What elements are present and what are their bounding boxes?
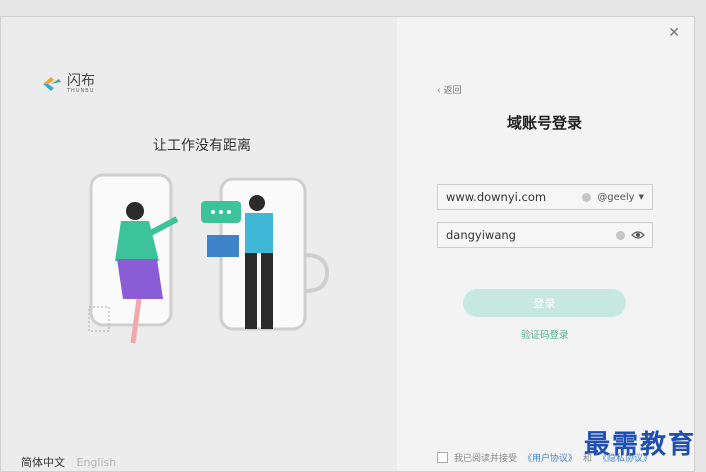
- page-title: 域账号登录: [507, 114, 583, 132]
- chevron-left-icon: ‹: [437, 86, 441, 96]
- login-button[interactable]: 登录: [463, 289, 626, 317]
- back-button[interactable]: ‹ 返回: [437, 83, 462, 96]
- account-input[interactable]: www.downyi.com: [438, 190, 582, 204]
- close-icon[interactable]: ✕: [668, 25, 680, 41]
- user-agreement-link[interactable]: 《用户协议》: [523, 451, 577, 464]
- account-field[interactable]: www.downyi.com @geely ▼: [437, 184, 653, 210]
- illustration: [88, 173, 330, 344]
- right-panel: ✕ ‹ 返回 域账号登录 www.downyi.com @geely ▼ dan…: [397, 17, 694, 471]
- app-logo: 闪布 THUNBU: [41, 73, 95, 95]
- password-field[interactable]: dangyiwang: [437, 222, 653, 248]
- agree-checkbox[interactable]: [437, 452, 448, 463]
- eye-icon[interactable]: [631, 230, 645, 240]
- lang-en-option[interactable]: English: [77, 456, 117, 469]
- code-login-link[interactable]: 验证码登录: [521, 327, 569, 341]
- left-panel: 闪布 THUNBU 让工作没有距离 简体中文 English: [1, 17, 397, 471]
- language-switcher: 简体中文 English: [21, 454, 116, 470]
- clear-icon[interactable]: [582, 192, 592, 202]
- domain-select[interactable]: @geely: [597, 192, 634, 203]
- back-label: 返回: [443, 86, 462, 96]
- lang-zh-option[interactable]: 简体中文: [21, 456, 65, 469]
- clear-password-icon[interactable]: [616, 230, 625, 240]
- chevron-down-icon[interactable]: ▼: [639, 193, 644, 201]
- brand-sub: THUNBU: [67, 88, 95, 94]
- watermark: 最需教育: [584, 430, 697, 460]
- agree-prefix: 我已阅读并接受: [454, 454, 518, 464]
- brand-name: 闪布: [67, 73, 95, 89]
- logo-icon: [43, 77, 61, 91]
- login-window: 闪布 THUNBU 让工作没有距离 简体中文 English ✕ ‹ 返回 域账…: [0, 16, 695, 472]
- slogan: 让工作没有距离: [153, 138, 251, 154]
- password-input[interactable]: dangyiwang: [438, 228, 616, 242]
